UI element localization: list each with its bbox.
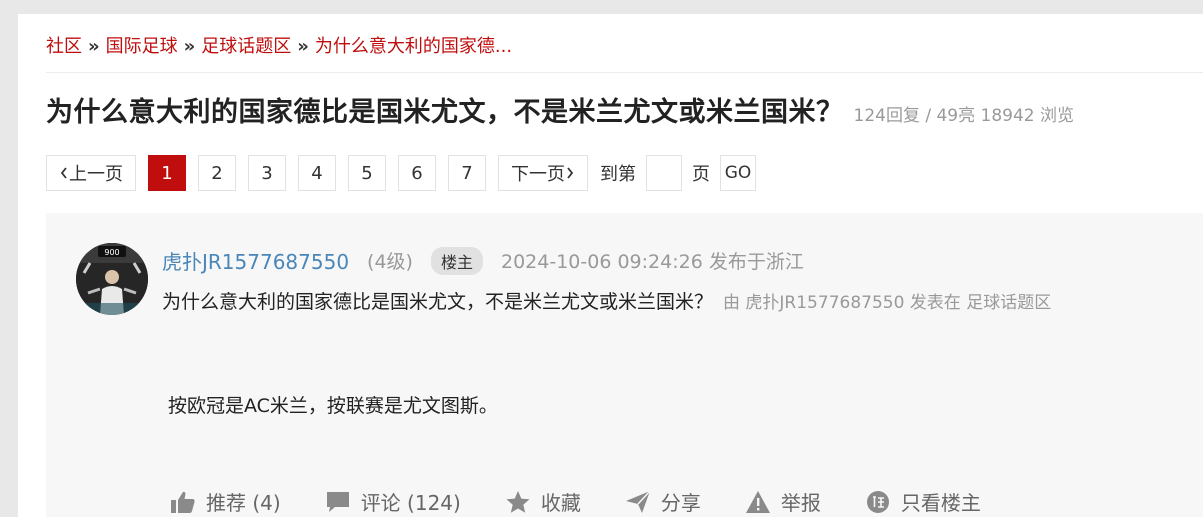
chevron-left-icon xyxy=(60,167,67,179)
comment-label: 评论 (124) xyxy=(360,491,461,515)
report-button[interactable]: 举报 xyxy=(745,487,821,516)
breadcrumb-football-topics[interactable]: 足球话题区 xyxy=(201,36,291,57)
next-page-label: 下一页 xyxy=(511,164,565,185)
goto-suffix: 页 xyxy=(692,164,710,185)
posted-by: 由 虎扑JR1577687550 发表在 足球话题区 xyxy=(723,293,1052,313)
chevron-right-icon xyxy=(567,167,574,179)
post-content: 按欧冠是AC米兰，按联赛是尤文图斯。 xyxy=(168,395,498,417)
username-link[interactable]: 虎扑JR1577687550 xyxy=(162,246,349,275)
breadcrumb-separator: » xyxy=(88,36,100,57)
comment-icon xyxy=(326,491,349,512)
breadcrumb-separator: » xyxy=(297,36,309,57)
avatar-badge-text: 900 xyxy=(104,248,119,257)
favorite-button[interactable]: 收藏 xyxy=(505,487,581,516)
post-subject: 为什么意大利的国家德比是国米尤文，不是米兰尤文或米兰国米？ xyxy=(162,291,714,313)
page-button-5[interactable]: 5 xyxy=(348,155,386,191)
user-level: (4级) xyxy=(367,251,413,273)
thread-stats: 124回复 / 49亮 18942 浏览 xyxy=(853,106,1075,126)
warning-icon xyxy=(745,490,770,513)
prev-page-label: 上一页 xyxy=(69,164,123,185)
report-label: 举报 xyxy=(780,491,821,515)
divider xyxy=(46,72,1203,73)
breadcrumb-community[interactable]: 社区 xyxy=(46,36,82,57)
page-button-2[interactable]: 2 xyxy=(198,155,236,191)
go-button[interactable]: GO xyxy=(720,155,756,191)
page-button-6[interactable]: 6 xyxy=(398,155,436,191)
favorite-label: 收藏 xyxy=(540,491,581,515)
post: 900 虎扑JR1577687550 (4级) 楼主 2024-10-06 09… xyxy=(46,213,1203,517)
only-op-label: 只看楼主 xyxy=(900,491,981,515)
goto-page-input[interactable] xyxy=(646,155,682,191)
thread-header: 为什么意大利的国家德比是国米尤文，不是米兰尤文或米兰国米？ 124回复 / 49亮… xyxy=(46,90,1074,129)
share-label: 分享 xyxy=(660,491,701,515)
only-op-icon xyxy=(866,490,889,513)
share-icon xyxy=(625,489,651,513)
breadcrumb-separator: » xyxy=(183,36,196,57)
recommend-label: 推荐 (4) xyxy=(206,491,281,515)
breadcrumb-international-football[interactable]: 国际足球 xyxy=(106,36,178,57)
comment-button[interactable]: 评论 (124) xyxy=(325,487,461,516)
pagination: 上一页 1 2 3 4 5 6 7 下一页 到第 页 GO xyxy=(46,155,756,191)
thread-title: 为什么意大利的国家德比是国米尤文，不是米兰尤文或米兰国米？ xyxy=(46,97,844,128)
post-meta: 虎扑JR1577687550 (4级) 楼主 2024-10-06 09:24:… xyxy=(162,246,804,275)
post-time: 2024-10-06 09:24:26 发布于浙江 xyxy=(500,251,804,273)
star-icon xyxy=(506,490,530,513)
page: 社区» 国际足球» 足球话题区» 为什么意大利的国家德... 为什么意大利的国家德比是… xyxy=(18,14,1203,517)
page-button-4[interactable]: 4 xyxy=(298,155,336,191)
share-button[interactable]: 分享 xyxy=(625,487,701,516)
goto-prefix: 到第 xyxy=(600,164,636,185)
only-op-button[interactable]: 只看楼主 xyxy=(865,487,981,516)
page-button-7[interactable]: 7 xyxy=(448,155,486,191)
recommend-button[interactable]: 推荐 (4) xyxy=(170,487,281,516)
page-button-3[interactable]: 3 xyxy=(248,155,286,191)
post-subject-line: 为什么意大利的国家德比是国米尤文，不是米兰尤文或米兰国米？ 由 虎扑JR15776… xyxy=(162,287,1051,314)
page-button-1[interactable]: 1 xyxy=(148,155,186,191)
prev-page-button[interactable]: 上一页 xyxy=(46,155,136,191)
breadcrumb: 社区» 国际足球» 足球话题区» 为什么意大利的国家德... xyxy=(46,32,512,58)
post-actions: 推荐 (4) 评论 (124) 收藏 分享 举报 只看楼主 xyxy=(170,487,1025,516)
avatar[interactable]: 900 xyxy=(76,243,148,315)
thumbs-up-icon xyxy=(171,491,195,513)
breadcrumb-current-thread[interactable]: 为什么意大利的国家德... xyxy=(315,36,512,57)
op-badge: 楼主 xyxy=(430,246,483,275)
next-page-button[interactable]: 下一页 xyxy=(498,155,588,191)
